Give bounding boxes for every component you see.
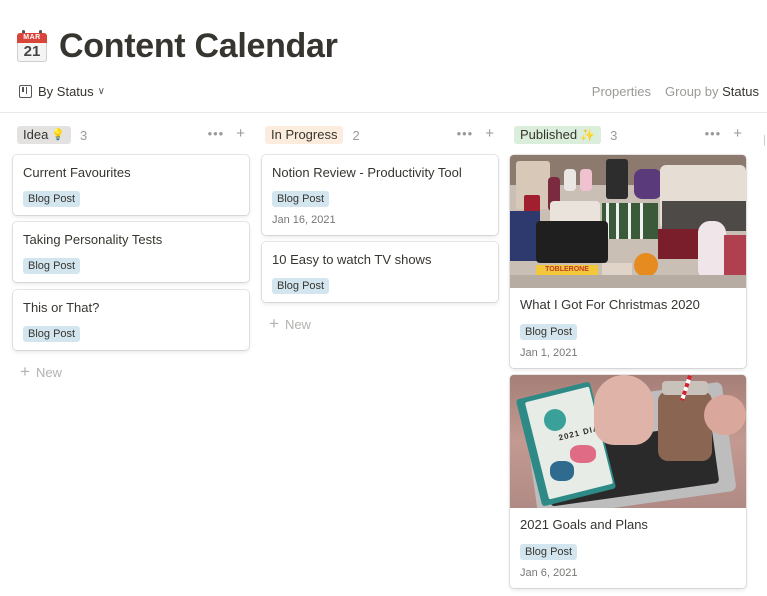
plus-icon[interactable]: + — [733, 126, 742, 142]
tag-badge: Blog Post — [23, 191, 81, 207]
column-title: In Progress — [271, 127, 338, 142]
status-pill-in-progress[interactable]: In Progress — [265, 126, 344, 144]
new-card-button[interactable]: + New — [269, 314, 311, 333]
plus-icon[interactable]: + — [236, 126, 245, 142]
card-cover-image: TOBLERONE — [510, 155, 746, 288]
card-title: Notion Review - Productivity Tool — [272, 165, 462, 180]
card-title: 2021 Goals and Plans — [520, 517, 648, 532]
plus-icon[interactable]: + — [485, 126, 494, 142]
board-card[interactable]: TOBLERONE What I Got For Christmas 2020 … — [510, 155, 746, 368]
card-date: Jan 6, 2021 — [520, 567, 578, 579]
card-title: What I Got For Christmas 2020 — [520, 297, 700, 312]
view-label: By Status — [38, 84, 94, 99]
tag-badge: Blog Post — [520, 324, 578, 340]
tag-badge: Blog Post — [272, 191, 330, 207]
calendar-icon[interactable]: MAR 21 — [17, 30, 47, 62]
card-date: Jan 16, 2021 — [272, 214, 336, 226]
column-title: Published — [520, 127, 578, 142]
next-column-hint: | — [763, 134, 766, 146]
column-header: In Progress 2 ••• + — [262, 126, 498, 144]
column-count: 2 — [352, 127, 360, 143]
board-card[interactable]: Current Favourites Blog Post — [13, 155, 249, 215]
card-title: Current Favourites — [23, 165, 131, 180]
toblerone-label: TOBLERONE — [536, 265, 598, 275]
more-icon[interactable]: ••• — [208, 126, 225, 142]
board-column-idea: Idea 💡 3 ••• + Current Favourites Blog P… — [13, 126, 249, 380]
sparkles-icon: ✨ — [580, 128, 596, 142]
board-card[interactable]: Taking Personality Tests Blog Post — [13, 222, 249, 282]
card-cover-image: 2021 DIARY — [510, 375, 746, 508]
calendar-icon-day: 21 — [17, 43, 47, 62]
column-count: 3 — [610, 127, 618, 143]
view-switcher[interactable]: By Status ∨ — [19, 84, 105, 99]
properties-button[interactable]: Properties — [592, 84, 651, 99]
group-by-value: Status — [722, 84, 759, 99]
card-title: This or That? — [23, 300, 100, 315]
board-card[interactable]: 2021 DIARY 2021 Goals and Plans Blog Pos… — [510, 375, 746, 588]
group-by-button[interactable]: Group by Status — [665, 84, 759, 99]
tag-badge: Blog Post — [520, 544, 578, 560]
page-header: MAR 21 Content Calendar — [17, 24, 338, 68]
page-title[interactable]: Content Calendar — [59, 27, 338, 66]
board-card[interactable]: This or That? Blog Post — [13, 290, 249, 350]
new-card-button[interactable]: + New — [20, 362, 62, 381]
toolbar-divider — [0, 112, 767, 113]
card-title: 10 Easy to watch TV shows — [272, 252, 432, 267]
board-column-published: Published ✨ 3 ••• + TOBLERONE What I Got… — [510, 126, 746, 588]
board-view-icon — [19, 85, 32, 98]
column-header: Published ✨ 3 ••• + — [510, 126, 746, 144]
card-date: Jan 1, 2021 — [520, 347, 578, 359]
calendar-icon-month: MAR — [17, 33, 47, 43]
new-label: New — [284, 316, 311, 332]
chevron-down-icon: ∨ — [97, 86, 105, 97]
tag-badge: Blog Post — [23, 258, 81, 274]
view-options: Properties Group by Status — [592, 84, 759, 99]
column-header: Idea 💡 3 ••• + — [13, 126, 249, 144]
board-card[interactable]: Notion Review - Productivity Tool Blog P… — [262, 155, 498, 235]
board-card[interactable]: 10 Easy to watch TV shows Blog Post — [262, 242, 498, 302]
column-title: Idea — [23, 127, 49, 142]
tag-badge: Blog Post — [23, 326, 81, 342]
plus-icon: + — [20, 362, 30, 381]
more-icon[interactable]: ••• — [457, 126, 474, 142]
lightbulb-icon: 💡 — [51, 129, 66, 141]
view-toolbar: By Status ∨ Properties Group by Status — [0, 82, 767, 106]
column-count: 3 — [80, 127, 88, 143]
status-pill-published[interactable]: Published ✨ — [514, 126, 602, 144]
more-icon[interactable]: ••• — [705, 126, 722, 142]
card-title: Taking Personality Tests — [23, 232, 163, 247]
group-by-label: Group by — [665, 84, 719, 99]
board-column-in-progress: In Progress 2 ••• + Notion Review - Prod… — [262, 126, 498, 332]
new-label: New — [35, 364, 62, 380]
tag-badge: Blog Post — [272, 278, 330, 294]
status-pill-idea[interactable]: Idea 💡 — [17, 126, 72, 144]
plus-icon: + — [269, 314, 279, 333]
